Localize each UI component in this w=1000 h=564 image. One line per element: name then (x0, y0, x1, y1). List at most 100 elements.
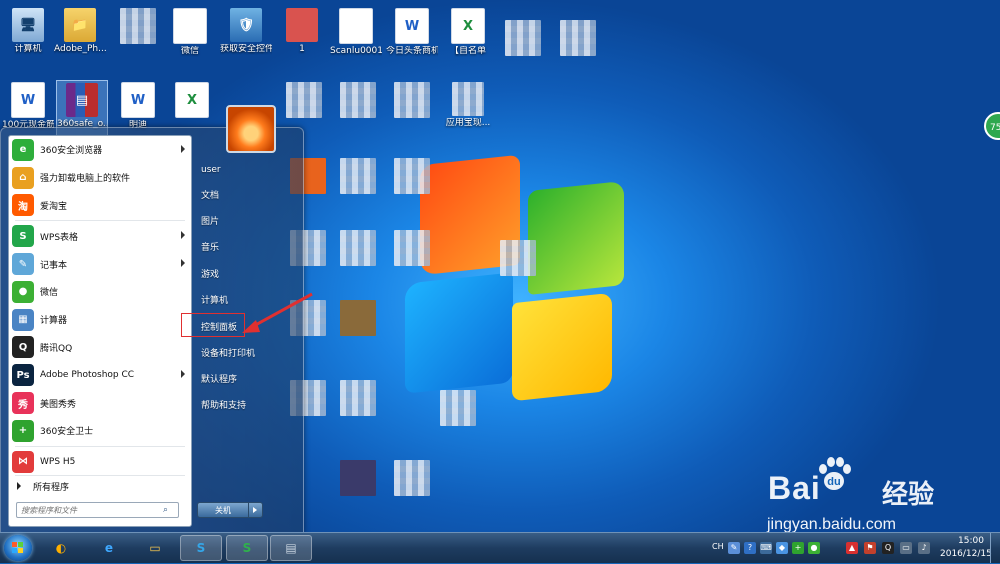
blurred-icon[interactable] (440, 390, 476, 426)
app-icon: ◐ (55, 541, 67, 555)
start-search-input[interactable] (17, 504, 163, 516)
user-avatar[interactable] (226, 105, 276, 153)
program-icon: ✎ (12, 253, 34, 276)
start-place-item[interactable]: 图片 (199, 212, 297, 232)
start-place-item[interactable]: 帮助和支持 (199, 396, 297, 416)
taskbar-app-button[interactable]: ▭ (134, 535, 176, 561)
taskbar-app-button[interactable]: ◐ (40, 535, 82, 561)
start-place-item[interactable]: 游戏 (199, 265, 297, 285)
blurred-icon[interactable] (505, 20, 541, 56)
shutdown-options-button[interactable] (249, 502, 263, 518)
start-button[interactable] (4, 535, 32, 561)
program-label: 计算器 (40, 316, 68, 327)
search-icon[interactable]: ⌕ (163, 505, 173, 515)
display-tray-icon[interactable]: ▭ (900, 542, 912, 554)
blurred-icon[interactable] (286, 82, 322, 118)
start-place-item[interactable]: 文档 (199, 186, 297, 206)
blurred-icon[interactable] (394, 230, 430, 266)
submenu-arrow-icon[interactable] (181, 370, 185, 379)
program-label: 腾讯QQ (40, 343, 73, 354)
program-icon: ⋈ (12, 450, 34, 473)
blurred-icon[interactable] (394, 82, 430, 118)
submenu-arrow-icon[interactable] (181, 231, 185, 240)
shutdown-button[interactable]: 关机 (197, 502, 249, 518)
volume-icon[interactable]: ♪ (918, 542, 930, 554)
desktop-icon-yyb[interactable]: 应用宝现... (442, 80, 494, 142)
start-program-item[interactable]: 淘爱淘宝 (9, 192, 191, 220)
program-icon: e (12, 138, 34, 161)
start-program-item[interactable]: ⌂ 强力卸载电脑上的软件 (9, 164, 191, 192)
desktop-icon-wechat[interactable]: 微信 (164, 6, 216, 68)
start-search-box[interactable]: ⌕ (16, 502, 179, 518)
taskbar-app-button[interactable]: e (88, 535, 130, 561)
blurred-icon[interactable] (394, 460, 430, 496)
input-language-indicator[interactable]: CH (712, 542, 724, 551)
watermark-url: jingyan.baidu.com (767, 516, 896, 532)
desktop-icon-1[interactable]: 1 (276, 6, 328, 68)
word-doc-icon: W (395, 8, 429, 44)
start-program-item[interactable]: 秀美图秀秀 (9, 389, 191, 417)
security-tray-icon[interactable]: + (792, 542, 804, 554)
start-place-item[interactable]: 音乐 (199, 238, 297, 258)
start-program-item[interactable]: e 360安全浏览器 (9, 136, 191, 164)
clock-date[interactable]: 2016/12/15 (940, 549, 992, 559)
blurred-icon[interactable] (340, 158, 376, 194)
start-place-item[interactable]: user (199, 160, 297, 180)
input-method-icon[interactable]: ✎ (728, 542, 740, 554)
alert-tray-icon[interactable]: ▲ (846, 542, 858, 554)
taskbar-app-button[interactable]: ▤ (270, 535, 312, 561)
flag-tray-icon[interactable]: ⚑ (864, 542, 876, 554)
desktop-icon-computer[interactable]: 🖥 计算机 (2, 6, 54, 68)
taskbar-app-button[interactable]: S (180, 535, 222, 561)
wallpaper-logo-blue (405, 272, 513, 394)
keyboard-icon[interactable]: ⌨ (760, 542, 772, 554)
start-program-item[interactable]: ● 微信 (9, 278, 191, 306)
desktop-icon-toutiao[interactable]: W 今日头条商机 (386, 6, 438, 68)
qq-tray-icon[interactable]: Q (882, 542, 894, 554)
network-icon[interactable]: ◆ (776, 542, 788, 554)
blurred-icon[interactable] (120, 8, 156, 44)
blurred-icon[interactable] (560, 20, 596, 56)
desktop-icon-whitelist[interactable]: X 【自名单 (442, 6, 494, 68)
start-program-item[interactable]: Q 腾讯QQ (9, 334, 191, 362)
help-icon[interactable]: ? (744, 542, 756, 554)
clock-time[interactable]: 15:00 (958, 536, 984, 546)
blurred-icon[interactable] (340, 300, 376, 336)
taskbar-app-button[interactable]: S (226, 535, 268, 561)
start-place-item[interactable]: 设备和打印机 (199, 344, 297, 364)
floating-speed-badge[interactable]: 75 (984, 112, 1000, 140)
spreadsheet-icon (173, 8, 207, 44)
blurred-icon[interactable] (394, 158, 430, 194)
start-program-item[interactable]: ⋈ WPS H5 (9, 448, 191, 476)
desktop-icon-adobe-folder[interactable]: 📁 Adobe_Ph... (54, 6, 106, 68)
submenu-arrow-icon[interactable] (181, 259, 185, 268)
start-program-item[interactable]: ▦ 计算器 (9, 306, 191, 334)
program-label: 微信 (40, 288, 59, 299)
desktop-icon-label: 计算机 (14, 44, 42, 54)
program-label: 强力卸载电脑上的软件 (40, 174, 131, 185)
start-program-item[interactable]: +360安全卫士 (9, 417, 191, 445)
blurred-icon[interactable] (340, 82, 376, 118)
program-icon: S (12, 225, 34, 248)
computer-icon: 🖥 (12, 8, 44, 42)
desktop-icon-security[interactable]: 🛡 获取安全控件非播的 (220, 6, 272, 68)
program-label: 美图秀秀 (40, 399, 77, 410)
blurred-icon[interactable] (340, 460, 376, 496)
red-arrow-annotation (242, 292, 313, 333)
start-program-item[interactable]: Ps Adobe Photoshop CC (9, 361, 191, 389)
blurred-icon[interactable] (340, 230, 376, 266)
desktop-icon-scan[interactable]: Scanlu0001 (330, 6, 382, 68)
desktop-icon-label: 1 (299, 44, 305, 54)
blurred-icon-image (452, 82, 484, 116)
start-program-item[interactable]: ✎ 记事本 (9, 250, 191, 278)
start-program-item[interactable]: S WPS表格 (9, 222, 191, 250)
blurred-icon[interactable] (500, 240, 536, 276)
show-desktop-button[interactable] (990, 533, 1000, 563)
blurred-icon[interactable] (340, 380, 376, 416)
folder-icon: 📁 (64, 8, 96, 42)
start-place-item[interactable]: 默认程序 (199, 370, 297, 390)
submenu-arrow-icon[interactable] (181, 145, 185, 153)
wechat-tray-icon[interactable]: ● (808, 542, 820, 554)
watermark-brand: Bai (768, 470, 821, 506)
all-programs-item[interactable]: 所有程序 (9, 476, 191, 496)
